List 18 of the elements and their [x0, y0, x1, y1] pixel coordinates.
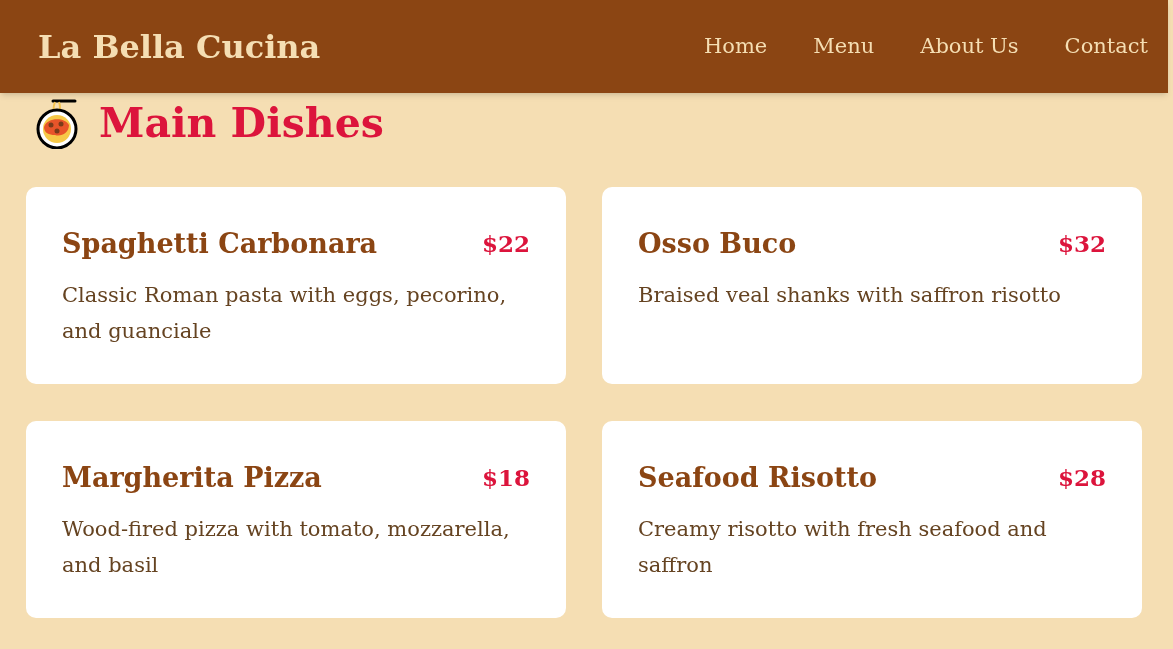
nav-link[interactable]: Contact [1064, 36, 1148, 57]
dish-name: Seafood Risotto [638, 462, 877, 494]
nav-link[interactable]: Menu [813, 36, 875, 57]
dish-description: Braised veal shanks with saffron risotto [638, 282, 1062, 309]
dish-price: $28 [1058, 463, 1106, 493]
dish-description: Classic Roman pasta with eggs, pecorino, and guanciale [62, 282, 508, 345]
dish-price: $18 [482, 463, 530, 493]
brand-title: La Bella Cucina [38, 30, 321, 63]
dish-name: Spaghetti Carbonara [62, 228, 378, 260]
section-heading: Main Dishes [99, 102, 384, 144]
dish-description: Creamy risotto with fresh seafood and saffron [638, 516, 1048, 579]
dish-name: Osso Buco [638, 228, 797, 260]
dish-price: $22 [482, 229, 530, 259]
dish-name: Margherita Pizza [62, 462, 322, 494]
nav-link[interactable]: Home [703, 36, 768, 57]
dish-description: Wood-fired pizza with tomato, mozzarella, and basil [62, 516, 511, 579]
dish-price: $32 [1058, 229, 1106, 259]
nav-link[interactable]: About Us [920, 36, 1019, 57]
